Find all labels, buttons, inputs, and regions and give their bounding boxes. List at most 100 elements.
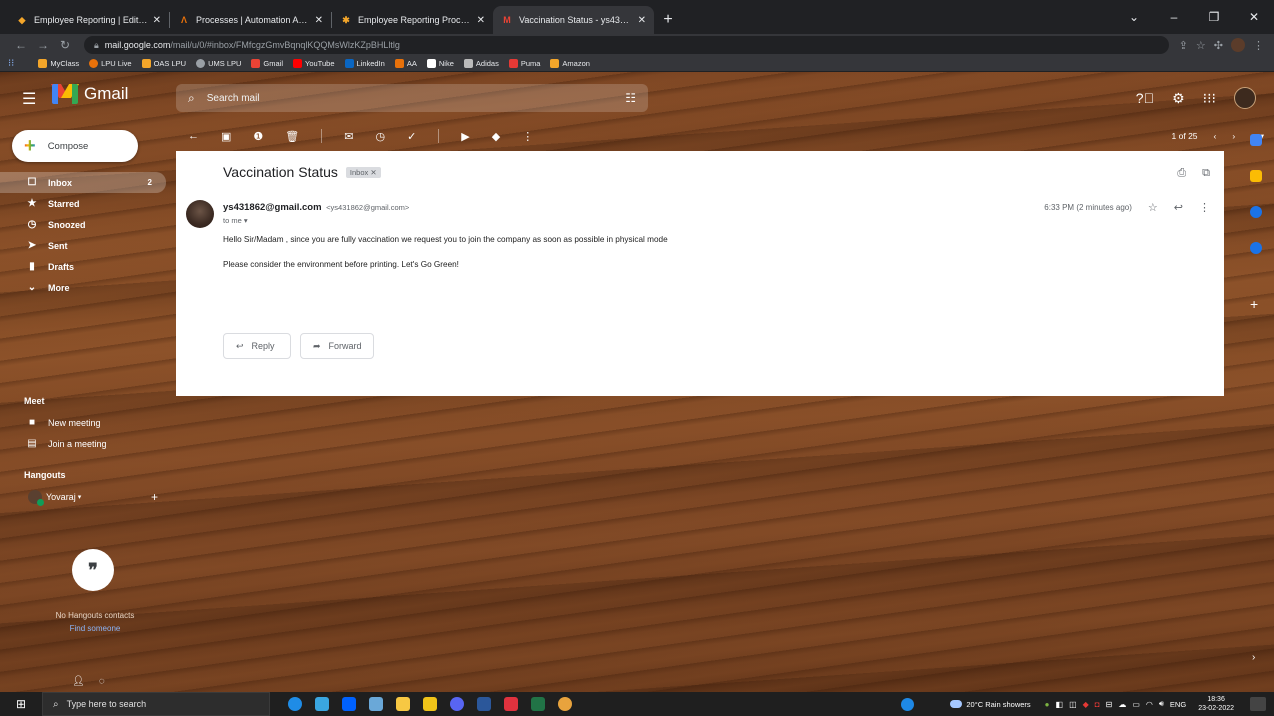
bookmark-amazon[interactable]: Amazon [550, 59, 590, 68]
help-icon[interactable]: ?⃝ [1136, 90, 1154, 106]
back-icon[interactable]: ← [10, 38, 32, 52]
wifi-icon[interactable]: ◠ [1146, 700, 1153, 709]
bookmark-adidas[interactable]: Adidas [463, 59, 499, 68]
language-indicator[interactable]: ENG [1170, 700, 1186, 709]
browser-menu-icon[interactable]: ⋮ [1253, 39, 1264, 52]
battery-icon[interactable]: ▭ [1132, 700, 1140, 709]
nav-item-snoozed[interactable]: ◷ Snoozed [0, 214, 170, 235]
discord-icon[interactable] [450, 697, 464, 711]
chevron-down-icon[interactable]: ▾ [78, 493, 82, 501]
onedrive-icon[interactable]: ☁ [1118, 700, 1126, 709]
maximize-icon[interactable]: ❐ [1194, 10, 1234, 24]
chat-bubble-icon[interactable]: ◌ [99, 676, 105, 687]
compose-button[interactable]: + Compose [12, 130, 138, 162]
notification-icon[interactable] [1250, 697, 1266, 711]
tray-app-icon[interactable]: ⊟ [1106, 700, 1113, 709]
close-tab-icon[interactable]: ✕ [477, 15, 485, 26]
more-options-icon[interactable]: ⋮ [522, 130, 533, 143]
snooze-icon[interactable]: ◷ [375, 130, 385, 143]
browser-tab-2[interactable]: Λ Processes | Automation Anywhe ✕ [170, 6, 331, 34]
contacts-person-icon[interactable]: 👤︎ [72, 676, 85, 687]
excel-icon[interactable] [531, 697, 545, 711]
nav-item-more[interactable]: ⌄ More [0, 277, 170, 298]
bookmark-star-icon[interactable]: ☆ [1196, 39, 1206, 52]
bookmark-nike[interactable]: Nike [426, 59, 454, 68]
weather-widget[interactable]: 20°C Rain showers [950, 700, 1031, 709]
bookmark-lpu-live[interactable]: LPU Live [89, 59, 132, 68]
move-to-icon[interactable]: ▶ [461, 130, 469, 143]
join-meeting-button[interactable]: ▤ Join a meeting [26, 438, 106, 449]
close-window-icon[interactable]: ✕ [1234, 10, 1274, 24]
brave-icon[interactable] [504, 697, 518, 711]
find-someone-link[interactable]: Find someone [30, 624, 160, 633]
dropbox-icon[interactable] [342, 697, 356, 711]
back-to-inbox-icon[interactable]: ← [188, 130, 199, 142]
forward-button[interactable]: ➦ Forward [300, 333, 374, 359]
reply-button[interactable]: ↩ Reply [223, 333, 291, 359]
taskbar-clock[interactable]: 18:36 23-02-2022 [1198, 695, 1234, 713]
search-bar[interactable]: ⌕ Search mail ☷ [176, 84, 648, 112]
tray-app-icon[interactable]: ◧ [1056, 700, 1064, 709]
star-icon[interactable]: ☆ [1148, 201, 1158, 214]
taskbar-search-input[interactable]: Type here to search [67, 699, 147, 709]
tray-app-icon[interactable]: ◘ [1095, 700, 1100, 709]
tray-app-icon[interactable]: ◆ [1083, 700, 1089, 709]
windows-start-icon[interactable]: ⊞ [0, 692, 42, 716]
nav-item-inbox[interactable]: ☐ Inbox 2 [0, 172, 166, 193]
add-contact-icon[interactable]: + [151, 490, 158, 504]
word-icon[interactable] [477, 697, 491, 711]
lightning-app-icon[interactable] [396, 697, 410, 711]
close-tab-icon[interactable]: ✕ [638, 15, 646, 26]
account-avatar[interactable] [1234, 87, 1256, 109]
reload-icon[interactable]: ↻ [54, 38, 76, 52]
open-new-window-icon[interactable]: ⧉ [1202, 167, 1210, 180]
delete-icon[interactable]: 🗑︎ [285, 130, 299, 143]
search-options-icon[interactable]: ☷ [625, 91, 636, 105]
minimize-icon[interactable]: – [1154, 10, 1194, 24]
older-chevron-icon[interactable]: › [1232, 131, 1235, 141]
taskbar-search[interactable]: ⌕ Type here to search [42, 692, 270, 716]
calendar-icon[interactable] [1250, 134, 1262, 146]
bookmark-oas-lpu[interactable]: OAS LPU [141, 59, 186, 68]
bookmark-puma[interactable]: Puma [508, 59, 540, 68]
browser-tab-1[interactable]: ◆ Employee Reporting | Edit proce ✕ [8, 6, 169, 34]
browser-tab-4-active[interactable]: M Vaccination Status - ys431862@ ✕ [493, 6, 654, 34]
nav-item-starred[interactable]: ★ Starred [0, 193, 170, 214]
bookmark-linkedin[interactable]: LinkedIn [344, 59, 385, 68]
tab-search-icon[interactable]: ⌄ [1114, 10, 1154, 24]
address-bar[interactable]: 🔒︎ mail.google.com /mail/u/0/#inbox/FMfc… [84, 36, 1169, 54]
tasks-icon[interactable] [1250, 206, 1262, 218]
new-tab-button[interactable]: + [654, 6, 682, 34]
bookmark-myclass[interactable]: MyClass [38, 59, 79, 68]
contacts-icon[interactable] [1250, 242, 1262, 254]
share-icon[interactable]: ⇪ [1179, 39, 1188, 52]
nav-item-drafts[interactable]: ▮ Drafts [0, 256, 170, 277]
settings-gear-icon[interactable]: ⚙ [1172, 90, 1185, 107]
file-explorer-icon[interactable] [423, 697, 437, 711]
archive-icon[interactable]: ▣ [221, 130, 231, 143]
sender-avatar[interactable] [186, 200, 214, 228]
bookmark-aa[interactable]: AA [394, 59, 417, 68]
get-addons-icon[interactable]: + [1250, 296, 1258, 312]
more-vert-icon[interactable]: ⋮ [1199, 201, 1210, 214]
apps-grid-icon[interactable]: ⁝⁝ [8, 58, 14, 69]
inbox-label-chip[interactable]: Inbox ✕ [345, 166, 381, 178]
extensions-icon[interactable]: ✣ [1214, 39, 1223, 52]
search-input[interactable]: Search mail [207, 93, 626, 104]
volume-icon[interactable]: 🔊︎ [1159, 699, 1164, 709]
chrome-icon[interactable] [558, 697, 572, 711]
show-side-panel-icon[interactable]: › [1252, 652, 1255, 663]
recipient-line[interactable]: to me ▾ [223, 216, 248, 225]
forward-icon[interactable]: → [32, 38, 54, 52]
hangouts-user[interactable]: Yovaraj ▾ + [28, 490, 158, 506]
bookmark-ums-lpu[interactable]: UMS LPU [196, 59, 241, 68]
google-apps-icon[interactable]: ⁝⁝⁝ [1203, 90, 1216, 107]
gmail-logo[interactable]: Gmail [50, 84, 128, 104]
sender-name[interactable]: ys431862@gmail.com [223, 202, 322, 213]
add-to-tasks-icon[interactable]: ✓ [407, 130, 416, 143]
main-menu-icon[interactable]: ☰ [22, 89, 36, 109]
close-tab-icon[interactable]: ✕ [153, 15, 161, 26]
help-app-icon[interactable] [901, 697, 915, 711]
search-icon[interactable]: ⌕ [188, 91, 195, 106]
bookmark-gmail[interactable]: Gmail [251, 59, 283, 68]
